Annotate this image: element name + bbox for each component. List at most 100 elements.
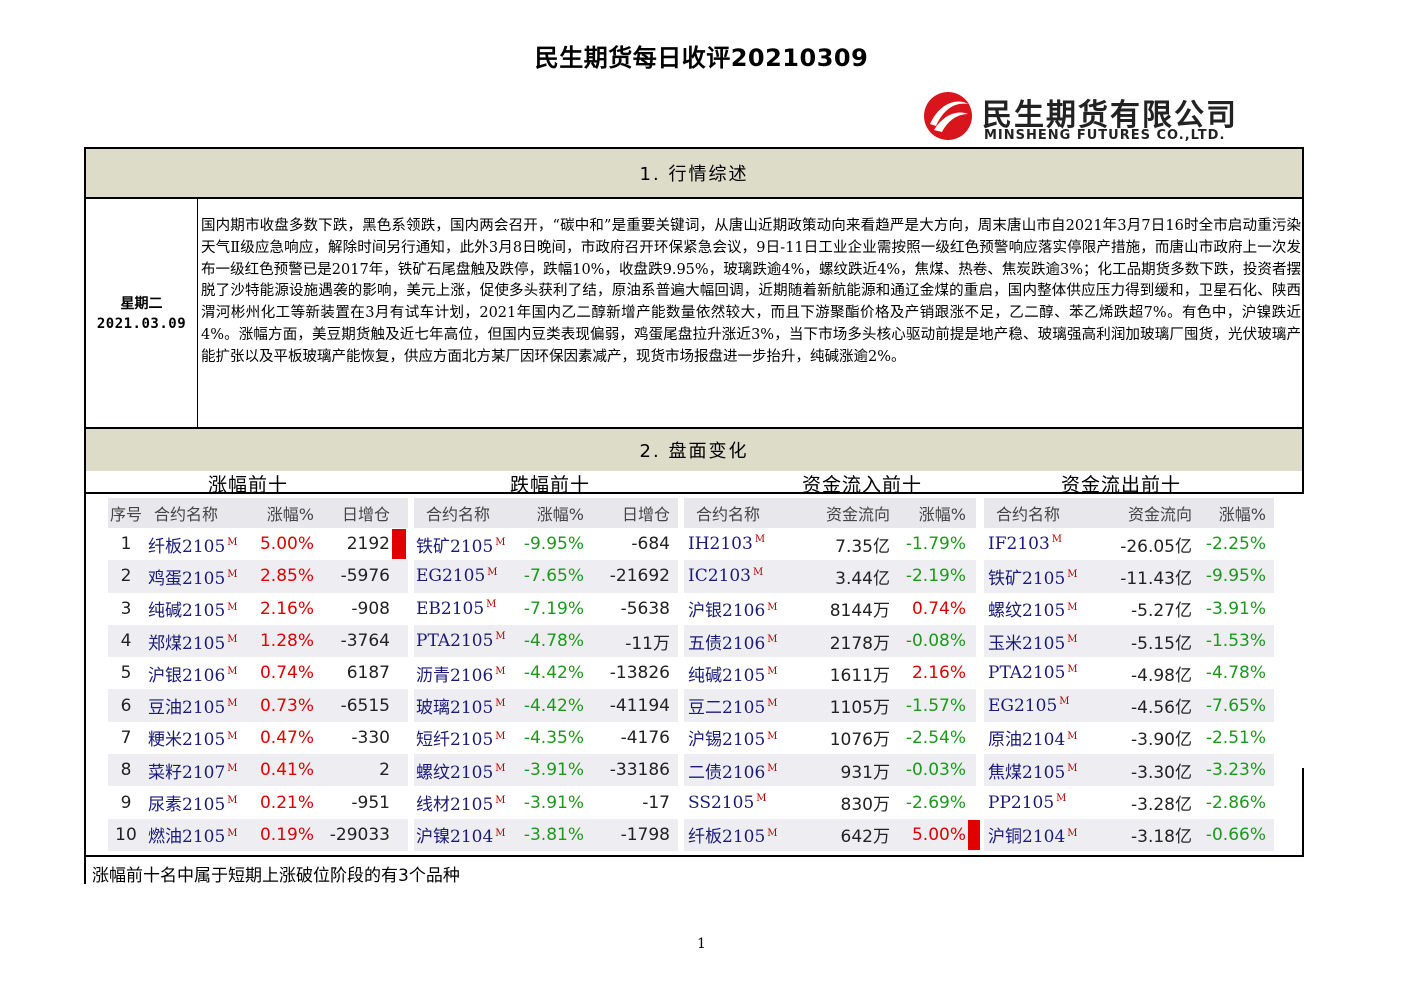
- change-pct: 5.00%: [911, 824, 966, 845]
- contract-marker: M: [756, 792, 767, 804]
- change-pct: -9.95%: [523, 534, 584, 555]
- table-row: 豆二2105 M 1105万 -1.57%: [684, 689, 976, 722]
- open-interest-change: -11万: [625, 633, 670, 654]
- contract-name-text: 郑煤2105: [148, 633, 226, 654]
- ranking-group-titles: 涨幅前十 跌幅前十 资金流入前十 资金流出前十: [84, 470, 1304, 496]
- table-row: 螺纹2105 M -3.91% -33186: [414, 754, 678, 787]
- contract-name: 鸡蛋2105 M: [144, 564, 248, 589]
- contract-name-text: EG2105: [988, 695, 1058, 716]
- contract-marker: M: [767, 827, 778, 839]
- table-row: 纯碱2105 M 1611万 2.16%: [684, 657, 976, 689]
- contract-name: 沪银2106 M: [684, 596, 788, 621]
- right-border: [1302, 768, 1304, 857]
- capital-flow: 8144万: [829, 601, 890, 622]
- change-pct: -3.91%: [523, 760, 584, 781]
- table-row: 铁矿2105 M -11.43亿 -9.95%: [984, 560, 1274, 593]
- change-pct: -2.51%: [1205, 727, 1266, 748]
- contract-name: IF2103 M: [984, 534, 1088, 554]
- contract-name: 铁矿2105 M: [414, 532, 514, 557]
- open-interest-change: -6515: [340, 695, 390, 716]
- change-pct: -2.25%: [1205, 534, 1266, 555]
- open-interest-change: -5976: [340, 566, 390, 587]
- table-row: 4 郑煤2105 M 1.28% -3764: [108, 624, 408, 658]
- contract-marker: M: [767, 730, 778, 742]
- change-pct: 2.16%: [911, 663, 966, 684]
- contract-name-text: IH2103: [688, 534, 753, 555]
- contract-marker: M: [1067, 663, 1078, 675]
- capital-flow: -5.27亿: [1131, 601, 1192, 622]
- contract-name-text: PP2105: [988, 792, 1055, 813]
- contract-name-text: 豆二2105: [688, 698, 766, 719]
- open-interest-change: -41194: [609, 695, 670, 716]
- contract-name: 螺纹2105 M: [414, 758, 514, 783]
- contract-name: 沪镍2104 M: [414, 822, 514, 847]
- contract-name: 沪锡2105 M: [684, 725, 788, 750]
- left-border: [84, 494, 86, 884]
- open-interest-change: -29033: [329, 824, 390, 845]
- capital-flow: -11.43亿: [1120, 568, 1192, 589]
- open-interest-change: -3764: [340, 631, 390, 652]
- summary-paragraph: 国内期市收盘多数下跌，黑色系领跌，国内两会召开，“碳中和”是重要关键词，从唐山近…: [201, 218, 1302, 365]
- change-pct: -4.78%: [523, 631, 584, 652]
- table-row: 短纤2105 M -4.35% -4176: [414, 722, 678, 754]
- change-pct: -9.95%: [1205, 566, 1266, 587]
- header-contract: 合约名称: [426, 505, 491, 524]
- contract-name: 原油2104 M: [984, 725, 1088, 750]
- company-logo: 民生期货有限公司 MINSHENG FUTURES CO.,LTD.: [922, 88, 1262, 148]
- table-header: 合约名称 资金流向 涨幅%: [684, 498, 976, 528]
- rank-number: 4: [120, 631, 132, 652]
- change-pct: 2.16%: [259, 598, 314, 619]
- contract-marker: M: [495, 730, 506, 742]
- change-pct: -4.42%: [523, 663, 584, 684]
- open-interest-change: -1798: [620, 824, 670, 845]
- contract-name-text: 五债2106: [688, 633, 766, 654]
- header-pct: 涨幅%: [1218, 505, 1266, 524]
- contract-marker: M: [753, 566, 764, 578]
- contract-marker: M: [1067, 601, 1078, 613]
- contract-name-text: 铁矿2105: [416, 536, 494, 557]
- contract-marker: M: [495, 536, 506, 548]
- contract-name-text: PTA2105: [416, 631, 494, 652]
- contract-marker: M: [1067, 730, 1078, 742]
- table-row: IC2103 M 3.44亿 -2.19%: [684, 560, 976, 593]
- contract-name: 纯碱2105 M: [684, 661, 788, 686]
- contract-name: 纤板2105 M: [144, 532, 248, 557]
- change-pct: 0.74%: [259, 663, 314, 684]
- outflow-table: 合约名称 资金流向 涨幅% IF2103 M -26.05亿 -2.25% 铁矿2105…: [984, 498, 1274, 851]
- table-row: 螺纹2105 M -5.27亿 -3.91%: [984, 593, 1274, 625]
- date-label: 2021.03.09: [96, 315, 187, 332]
- change-pct: -0.03%: [905, 760, 966, 781]
- table-row: PTA2105 M -4.98亿 -4.78%: [984, 657, 1274, 689]
- capital-flow: -5.15亿: [1131, 633, 1192, 654]
- contract-name-text: PTA2105: [988, 663, 1066, 684]
- contract-name-text: EG2105: [416, 566, 486, 587]
- rank-number: 9: [120, 792, 132, 813]
- table-row: PP2105 M -3.28亿 -2.86%: [984, 786, 1274, 818]
- table-row: 焦煤2105 M -3.30亿 -3.23%: [984, 754, 1274, 787]
- change-pct: -1.53%: [1205, 631, 1266, 652]
- footer-note: 涨幅前十名中属于短期上涨破位阶段的有3个品种: [84, 855, 1304, 886]
- change-pct: -0.08%: [905, 631, 966, 652]
- contract-name-text: 线材2105: [416, 795, 494, 816]
- change-pct: -0.66%: [1205, 824, 1266, 845]
- capital-flow: 931万: [840, 762, 890, 783]
- table-row: 沪铜2104 M -3.18亿 -0.66%: [984, 818, 1274, 851]
- group-title-outflow: 资金流出前十: [1061, 474, 1182, 496]
- contract-name: 沪铜2104 M: [984, 822, 1088, 847]
- open-interest-change: -5638: [620, 598, 670, 619]
- contract-name: 五债2106 M: [684, 629, 788, 654]
- capital-flow: -26.05亿: [1120, 536, 1192, 557]
- change-pct: -2.19%: [905, 566, 966, 587]
- contract-name: 焦煤2105 M: [984, 758, 1088, 783]
- header-flow: 资金流向: [1127, 505, 1192, 524]
- weekday-label: 星期二: [120, 295, 163, 312]
- contract-marker: M: [487, 566, 498, 578]
- header-no: 序号: [109, 505, 142, 524]
- contract-name: 郑煤2105 M: [144, 629, 248, 654]
- table-row: EG2105 M -4.56亿 -7.65%: [984, 689, 1274, 722]
- contract-name-text: 粳米2105: [148, 730, 226, 751]
- table-row: 8 菜籽2107 M 0.41% 2: [108, 754, 408, 787]
- contract-name: 豆油2105 M: [144, 693, 248, 718]
- capital-flow: 7.35亿: [835, 536, 890, 557]
- capital-flow: -4.56亿: [1131, 698, 1192, 719]
